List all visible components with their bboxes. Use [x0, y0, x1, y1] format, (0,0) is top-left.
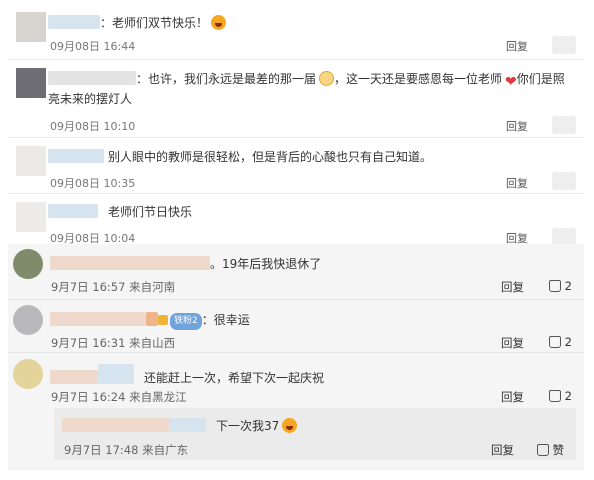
username-redacted[interactable]	[62, 418, 170, 432]
like-button[interactable]: 赞	[536, 442, 564, 458]
sub-reply-text: 下一次我37	[62, 417, 298, 434]
username-redacted[interactable]	[48, 149, 104, 163]
comment-item: 别人眼中的教师是很轻松，但是背后的心酸也只有自己知道。 09月08日 10:35…	[8, 138, 584, 194]
thumbs-up-icon	[536, 444, 549, 456]
laughing-face-icon	[211, 15, 227, 30]
like-button[interactable]: 2	[548, 389, 572, 403]
redacted-mark	[146, 312, 158, 326]
comment-text: ：也许，我们永远是最差的那一届 ，这一天还是要感恩每一位老师 ❤你们是照亮未来的摆灯…	[48, 71, 565, 106]
comment-time: 9月7日 16:57 来自河南	[51, 280, 176, 294]
redacted-mark	[170, 418, 206, 432]
heart-icon: ❤	[505, 74, 517, 90]
comment-time: 09月08日 16:44	[50, 40, 136, 53]
username-redacted[interactable]	[50, 312, 146, 326]
username-redacted[interactable]	[48, 71, 136, 85]
fan-crown-icon	[158, 315, 168, 325]
reply-section: 。19年后我快退休了 9月7日 16:57 来自河南 回复 2 铁粉2 ：很幸运 …	[8, 244, 584, 470]
username-redacted[interactable]	[48, 15, 100, 29]
reply-button[interactable]: 回复	[506, 175, 528, 191]
fan-badge: 铁粉2	[170, 313, 202, 330]
comment-item: 还能赶上一次，希望下次一起庆祝 9月7日 16:24 来自黑龙江 回复 2	[8, 354, 584, 408]
comment-text: 还能赶上一次，希望下次一起庆祝	[50, 364, 324, 387]
avatar[interactable]	[16, 12, 46, 42]
reply-button[interactable]: 回复	[506, 38, 528, 54]
comment-time: 09月08日 10:10	[50, 120, 136, 133]
avatar[interactable]	[16, 146, 46, 176]
comment-item: 老师们节日快乐 09月08日 10:04 回复	[8, 194, 584, 246]
thumbs-up-icon	[548, 336, 561, 348]
reply-button[interactable]: 回复	[491, 442, 514, 458]
avatar[interactable]	[13, 305, 43, 335]
avatar[interactable]	[16, 202, 46, 232]
like-button[interactable]: 2	[548, 335, 572, 349]
reply-button[interactable]: 回复	[501, 279, 524, 295]
grinning-face-icon	[282, 418, 298, 433]
reply-button[interactable]: 回复	[506, 118, 528, 134]
redacted-block	[552, 36, 576, 54]
redacted-block	[552, 116, 576, 134]
divider	[8, 352, 584, 353]
username-redacted[interactable]	[50, 370, 98, 384]
comment-item: 。19年后我快退休了 9月7日 16:57 来自河南 回复 2	[8, 244, 584, 296]
comment-item: ：也许，我们永远是最差的那一届 ，这一天还是要感恩每一位老师 ❤你们是照亮未来的摆灯…	[8, 60, 584, 138]
comment-item: 铁粉2 ：很幸运 9月7日 16:31 来自山西 回复 2	[8, 300, 584, 352]
avatar[interactable]	[13, 249, 43, 279]
comment-list: ：老师们双节快乐！ 09月08日 16:44 回复 ：也许，我们永远是最差的那一…	[8, 4, 584, 470]
redacted-mark	[98, 364, 134, 384]
username-redacted[interactable]	[48, 204, 98, 218]
winking-face-icon	[319, 71, 335, 86]
avatar[interactable]	[13, 359, 43, 389]
sub-reply: 下一次我37 9月7日 17:48 来自广东 回复 赞	[54, 408, 576, 460]
comment-text: 。19年后我快退休了	[50, 256, 321, 273]
avatar[interactable]	[16, 68, 46, 98]
like-button[interactable]: 2	[548, 279, 572, 293]
username-redacted[interactable]	[50, 256, 210, 270]
comment-text: 老师们节日快乐	[48, 204, 192, 221]
thumbs-up-icon	[548, 390, 561, 402]
comment-text: ：老师们双节快乐！	[48, 15, 227, 32]
comment-time: 9月7日 16:24 来自黑龙江	[51, 390, 187, 404]
thumbs-up-icon	[548, 280, 561, 292]
comment-text: 铁粉2 ：很幸运	[50, 312, 250, 330]
comment-text: 别人眼中的教师是很轻松，但是背后的心酸也只有自己知道。	[48, 149, 432, 166]
comment-time: 9月7日 16:31 来自山西	[51, 336, 176, 350]
sub-reply-time: 9月7日 17:48 来自广东	[64, 443, 189, 457]
comment-time: 09月08日 10:35	[50, 177, 136, 190]
reply-button[interactable]: 回复	[501, 335, 524, 351]
reply-button[interactable]: 回复	[501, 389, 524, 405]
redacted-block	[552, 172, 576, 190]
comment-item: ：老师们双节快乐！ 09月08日 16:44 回复	[8, 4, 584, 60]
